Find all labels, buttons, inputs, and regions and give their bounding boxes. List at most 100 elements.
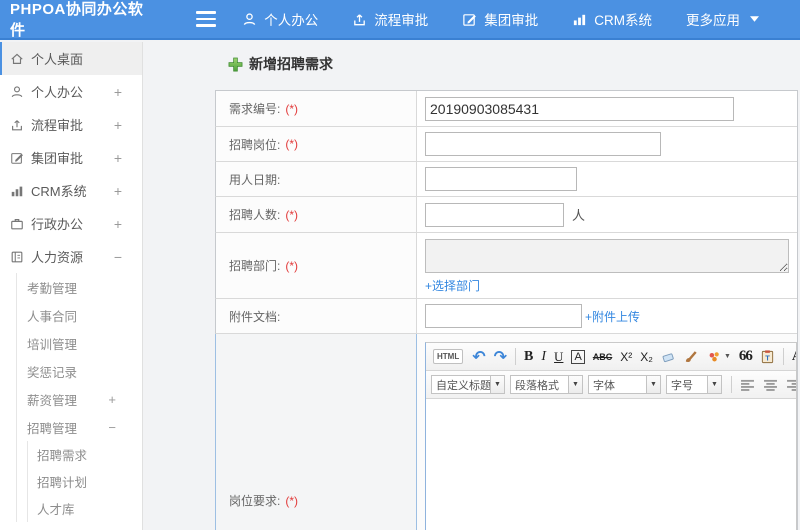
nav-process-approval[interactable]: 流程审批 <box>352 9 428 29</box>
expand-toggle[interactable]: + <box>114 183 122 199</box>
field-label: 招聘岗位: (*) <box>216 127 417 161</box>
sidebar-item-label: 招聘需求 <box>37 449 88 463</box>
expand-toggle[interactable]: + <box>108 392 116 407</box>
form-row-hire-date: 用人日期: <box>215 162 797 197</box>
top-nav: 个人办公 流程审批 集团审批 CRM系统 更多应用 <box>242 9 800 29</box>
font-border-button[interactable]: A <box>571 349 585 364</box>
sidebar-item-recruit-demand[interactable]: 招聘需求 <box>28 441 142 468</box>
form-row-position: 招聘岗位: (*) <box>215 127 797 162</box>
main-content: 新增招聘需求 需求编号:(*) 招聘岗位:(*) 用人日期: <box>144 42 800 530</box>
collapse-toggle[interactable]: − <box>108 420 116 435</box>
eraser-icon[interactable] <box>661 349 676 364</box>
font-family-dropdown[interactable]: 字体 ▼ <box>588 375 661 394</box>
home-icon <box>11 53 23 64</box>
nav-group-approval[interactable]: 集团审批 <box>462 9 538 29</box>
sidebar-item-process-approval[interactable]: 流程审批 + <box>0 108 142 141</box>
bar-chart-icon <box>11 186 23 196</box>
field-label: 招聘人数: (*) <box>216 197 417 232</box>
demand-no-input[interactable] <box>425 96 734 121</box>
redo-icon[interactable]: ↷ <box>494 347 507 367</box>
form-row-demand-no: 需求编号: (*) <box>215 91 797 127</box>
sidebar-item-hr-contract[interactable]: 人事合同 <box>17 301 142 329</box>
source-code-button[interactable]: HTML <box>433 349 464 364</box>
sidebar-item-recruit-plan[interactable]: 招聘计划 <box>28 468 142 495</box>
sidebar-item-attendance-mgmt[interactable]: 考勤管理 <box>17 273 142 301</box>
hire-date-input[interactable] <box>425 167 577 191</box>
italic-button[interactable]: I <box>541 349 546 365</box>
chevron-down-icon: ▼ <box>568 376 582 393</box>
strikethrough-button[interactable]: ABC <box>593 352 613 362</box>
chevron-down-icon: ▼ <box>490 376 504 393</box>
align-right-icon[interactable] <box>786 379 796 391</box>
expand-toggle[interactable]: + <box>114 117 122 133</box>
superscript-button[interactable]: X² <box>620 350 632 364</box>
expand-toggle[interactable]: + <box>114 216 122 232</box>
headcount-input[interactable] <box>425 202 564 227</box>
attachment-input[interactable] <box>425 304 582 328</box>
sidebar-item-label: 薪资管理 <box>27 393 78 408</box>
editor-content-area[interactable] <box>426 399 796 530</box>
recruit-demand-form: 需求编号:(*) 招聘岗位:(*) 用人日期: 招聘人数:(*) <box>215 90 798 530</box>
subscript-button[interactable]: X₂ <box>640 350 653 364</box>
field-label: 招聘部门: (*) <box>216 233 417 298</box>
format-brush-icon[interactable] <box>684 349 699 364</box>
collapse-toggle[interactable]: − <box>114 249 122 265</box>
sidebar-item-reward-records[interactable]: 奖惩记录 <box>17 357 142 385</box>
sidebar-item-admin-office[interactable]: 行政办公 + <box>0 207 142 240</box>
align-left-icon[interactable] <box>740 379 755 391</box>
bold-button[interactable]: B <box>524 349 533 365</box>
paste-icon[interactable]: T <box>760 349 775 364</box>
nav-personal-office[interactable]: 个人办公 <box>242 9 318 29</box>
nav-label: 流程审批 <box>374 13 429 28</box>
edit-icon <box>11 152 23 164</box>
editor-toolbar-row1: HTML ↶ ↷ B I U A ABC X² X₂ ▼ 66 T <box>426 343 796 371</box>
nav-crm-system[interactable]: CRM系统 <box>572 9 652 29</box>
sidebar-item-training-mgmt[interactable]: 培训管理 <box>17 329 142 357</box>
sidebar-item-recruit-mgmt[interactable]: 招聘管理 − <box>17 413 142 441</box>
sidebar-item-personal-office[interactable]: 个人办公 + <box>0 75 142 108</box>
underline-button[interactable]: U <box>554 349 563 365</box>
form-row-job-requirements: 岗位要求: (*) HTML ↶ ↷ B I U A ABC X² X₂ ▼ 6… <box>215 334 797 530</box>
app-logo: PHPOA协同办公软件 <box>10 1 144 39</box>
expand-toggle[interactable]: + <box>114 150 122 166</box>
select-department-link[interactable]: +选择部门 <box>425 277 480 294</box>
upload-attachment-link[interactable]: +附件上传 <box>585 308 640 325</box>
form-row-department: 招聘部门: (*) +选择部门 <box>215 233 797 299</box>
expand-toggle[interactable]: + <box>114 84 122 100</box>
font-size-dropdown[interactable]: 字号 ▼ <box>666 375 722 394</box>
sidebar: 个人桌面 个人办公 + 流程审批 + 集团审批 + CRM系统 + 行政办公 +… <box>0 42 143 530</box>
sidebar-item-human-resources[interactable]: 人力资源 − <box>0 240 142 273</box>
field-label: 附件文档: <box>216 299 417 333</box>
book-icon <box>11 251 23 262</box>
color-palette-icon[interactable]: ▼ <box>707 350 731 364</box>
chevron-down-icon: ▼ <box>707 376 721 393</box>
page-title: 新增招聘需求 <box>228 54 333 74</box>
position-input[interactable] <box>425 132 661 156</box>
chevron-down-icon: ▼ <box>723 353 731 360</box>
nav-more-apps[interactable]: 更多应用 <box>686 9 766 29</box>
custom-title-dropdown[interactable]: 自定义标题 ▼ <box>431 375 505 394</box>
sidebar-item-crm-system[interactable]: CRM系统 + <box>0 174 142 207</box>
sidebar-item-personal-desktop[interactable]: 个人桌面 <box>0 42 142 75</box>
recruit-submenu: 招聘需求 招聘计划 人才库 <box>27 441 142 522</box>
department-textarea[interactable] <box>425 239 789 273</box>
paragraph-format-dropdown[interactable]: 段落格式 ▼ <box>510 375 583 394</box>
blockquote-button[interactable]: 66 <box>739 348 753 365</box>
nav-label: 集团审批 <box>484 13 539 28</box>
font-color-button[interactable]: A ▼ <box>792 349 796 365</box>
sidebar-item-group-approval[interactable]: 集团审批 + <box>0 141 142 174</box>
align-center-icon[interactable] <box>763 379 778 391</box>
sidebar-item-talent-pool[interactable]: 人才库 <box>28 495 142 522</box>
edit-icon <box>463 13 477 26</box>
sidebar-item-label: 人力资源 <box>31 250 84 265</box>
undo-icon[interactable]: ↶ <box>472 347 485 367</box>
sidebar-item-label: 培训管理 <box>27 337 78 352</box>
rich-text-editor: HTML ↶ ↷ B I U A ABC X² X₂ ▼ 66 T 自定义标题 … <box>425 342 797 530</box>
menu-toggle-icon[interactable] <box>195 11 217 27</box>
sidebar-item-label: 招聘计划 <box>37 476 88 490</box>
sidebar-item-label: 人事合同 <box>27 309 78 324</box>
sidebar-item-salary-mgmt[interactable]: 薪资管理 + <box>17 385 142 413</box>
sidebar-item-label: 行政办公 <box>31 217 84 232</box>
sidebar-item-label: CRM系统 <box>31 184 87 199</box>
chevron-down-icon <box>750 16 759 22</box>
